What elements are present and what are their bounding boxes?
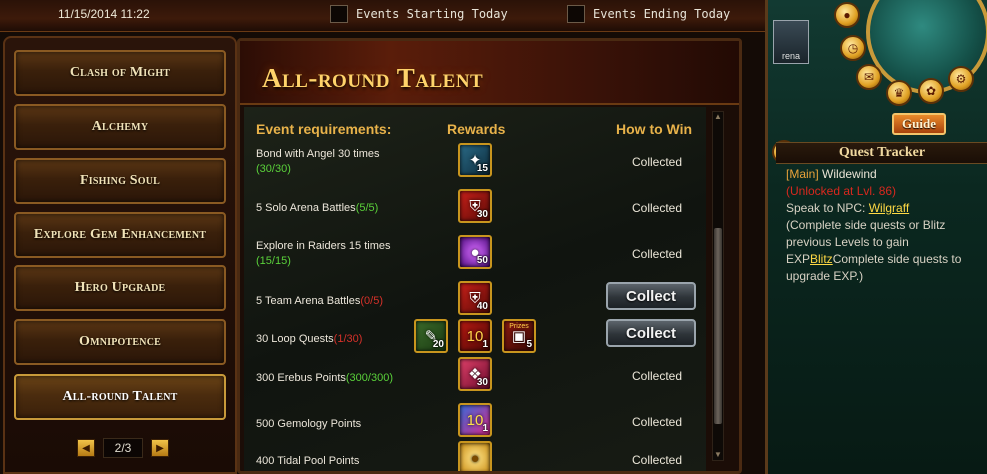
task-row-label: 300 Erebus Points(300/300) [256, 372, 393, 384]
scroll-thumb[interactable] [714, 228, 722, 424]
panel-header: All-round Talent [240, 41, 739, 105]
quest-description: (Complete side quests or Blitz previous … [786, 218, 962, 283]
task-row-label: 500 Gemology Points [256, 418, 362, 430]
reward-green-scroll-icon[interactable]: ✎ 20 [414, 319, 448, 353]
reward-purple-orb-icon[interactable]: ● 50 [458, 235, 492, 269]
gear-icon[interactable]: ⚙ [948, 66, 974, 92]
top-bar: 11/15/2014 11:22 Events Starting Today E… [0, 0, 765, 32]
reward-golden-ten-icon[interactable]: 10 1 [458, 319, 492, 353]
scroll-icon[interactable]: ✉ [856, 64, 882, 90]
task-row-label: 30 Loop Quests(1/30) [256, 333, 363, 345]
requirements-header: Event requirements: [256, 121, 392, 137]
collect-button[interactable]: Collect [606, 282, 696, 310]
quest-tracker-title: Quest Tracker [776, 142, 987, 164]
reward-shield-chest-icon[interactable]: ⛨ 30 [458, 189, 492, 223]
event-detail-panel: All-round Talent Event requirements: Rew… [237, 38, 742, 474]
reward-prizes-chest-icon[interactable]: Prizes ▣ 5 [502, 319, 536, 353]
mail-icon[interactable]: ● [834, 2, 860, 28]
status-collected: Collected [632, 453, 683, 467]
task-row-label: 400 Tidal Pool Points [256, 455, 360, 467]
category-fishing-soul[interactable]: Fishing Soul [14, 158, 226, 204]
task-list-scrollbar[interactable]: ▲ ▼ [712, 111, 724, 461]
crown-icon[interactable]: ♛ [886, 80, 912, 106]
events-ending-label: Events Ending Today [593, 7, 731, 21]
quest-tracker-body: [Main] Wildewind (Unlocked at Lvl. 86) S… [786, 166, 986, 285]
status-collected: Collected [632, 201, 683, 215]
category-omnipotence[interactable]: Omnipotence [14, 319, 226, 365]
status-collected: Collected [632, 415, 683, 429]
panel-title: All-round Talent [262, 63, 484, 93]
page-indicator: 2/3 [103, 438, 143, 458]
how-to-win-header: How to Win [616, 121, 693, 137]
task-row-label: 5 Solo Arena Battles(5/5) [256, 202, 379, 214]
category-all-round-talent[interactable]: All-round Talent [14, 374, 226, 420]
arena-badge[interactable]: rena [773, 20, 809, 64]
guide-button[interactable]: Guide [892, 113, 946, 135]
wing-icon[interactable]: ✿ [918, 78, 944, 104]
task-row-label: Bond with Angel 30 times (30/30) [256, 148, 380, 175]
event-category-sidebar: Clash of Might Alchemy Fishing Soul Expl… [3, 36, 237, 474]
npc-link[interactable]: Wilgraff [869, 201, 909, 215]
events-ending-toggle[interactable]: Events Ending Today [567, 5, 730, 23]
status-collected: Collected [632, 369, 683, 383]
unlock-requirement: (Unlocked at Lvl. 86) [786, 184, 897, 198]
events-starting-checkbox[interactable] [330, 5, 348, 23]
scroll-down-icon[interactable]: ▼ [713, 450, 723, 460]
reward-angel-gem-icon[interactable]: ✦ 15 [458, 143, 492, 177]
status-collected: Collected [632, 155, 683, 169]
blitz-link[interactable]: Blitz [810, 252, 833, 266]
sidebar-pager: ◀ 2/3 ▶ [77, 438, 169, 458]
task-row-label: 5 Team Arena Battles(0/5) [256, 295, 383, 307]
category-explore-gem-enhancement[interactable]: Explore Gem Enhancement [14, 212, 226, 258]
scroll-up-icon[interactable]: ▲ [713, 112, 723, 122]
category-clash-of-might[interactable]: Clash of Might [14, 50, 226, 96]
rewards-header: Rewards [447, 121, 506, 137]
prev-page-icon[interactable]: ◀ [77, 439, 95, 457]
reward-gold-coin-icon[interactable]: ● [458, 441, 492, 471]
right-hud: rena ● ◷ ✉ ♛ ✿ ⚙ Guide ✒ Quest Tracker [… [765, 0, 987, 474]
reward-shield-chest-icon[interactable]: ⛨ 40 [458, 281, 492, 315]
quest-instruction: Speak to NPC: Wilgraff [786, 201, 910, 215]
main-quest-line[interactable]: [Main] Wildewind [786, 166, 986, 183]
category-alchemy[interactable]: Alchemy [14, 104, 226, 150]
server-time: 11/15/2014 11:22 [58, 7, 150, 21]
reward-pink-crystal-icon[interactable]: ❖ 30 [458, 357, 492, 391]
status-collected: Collected [632, 247, 683, 261]
events-starting-label: Events Starting Today [356, 7, 508, 21]
event-task-list: Event requirements: Rewards How to Win B… [244, 107, 706, 471]
next-page-icon[interactable]: ▶ [151, 439, 169, 457]
reward-ten-gem-icon[interactable]: 10 1 [458, 403, 492, 437]
collect-button[interactable]: Collect [606, 319, 696, 347]
task-row-label: Explore in Raiders 15 times (15/15) [256, 240, 391, 267]
clock-icon[interactable]: ◷ [840, 35, 866, 61]
category-hero-upgrade[interactable]: Hero Upgrade [14, 265, 226, 311]
arena-label: rena [781, 51, 800, 61]
events-ending-checkbox[interactable] [567, 5, 585, 23]
events-starting-toggle[interactable]: Events Starting Today [330, 5, 508, 23]
